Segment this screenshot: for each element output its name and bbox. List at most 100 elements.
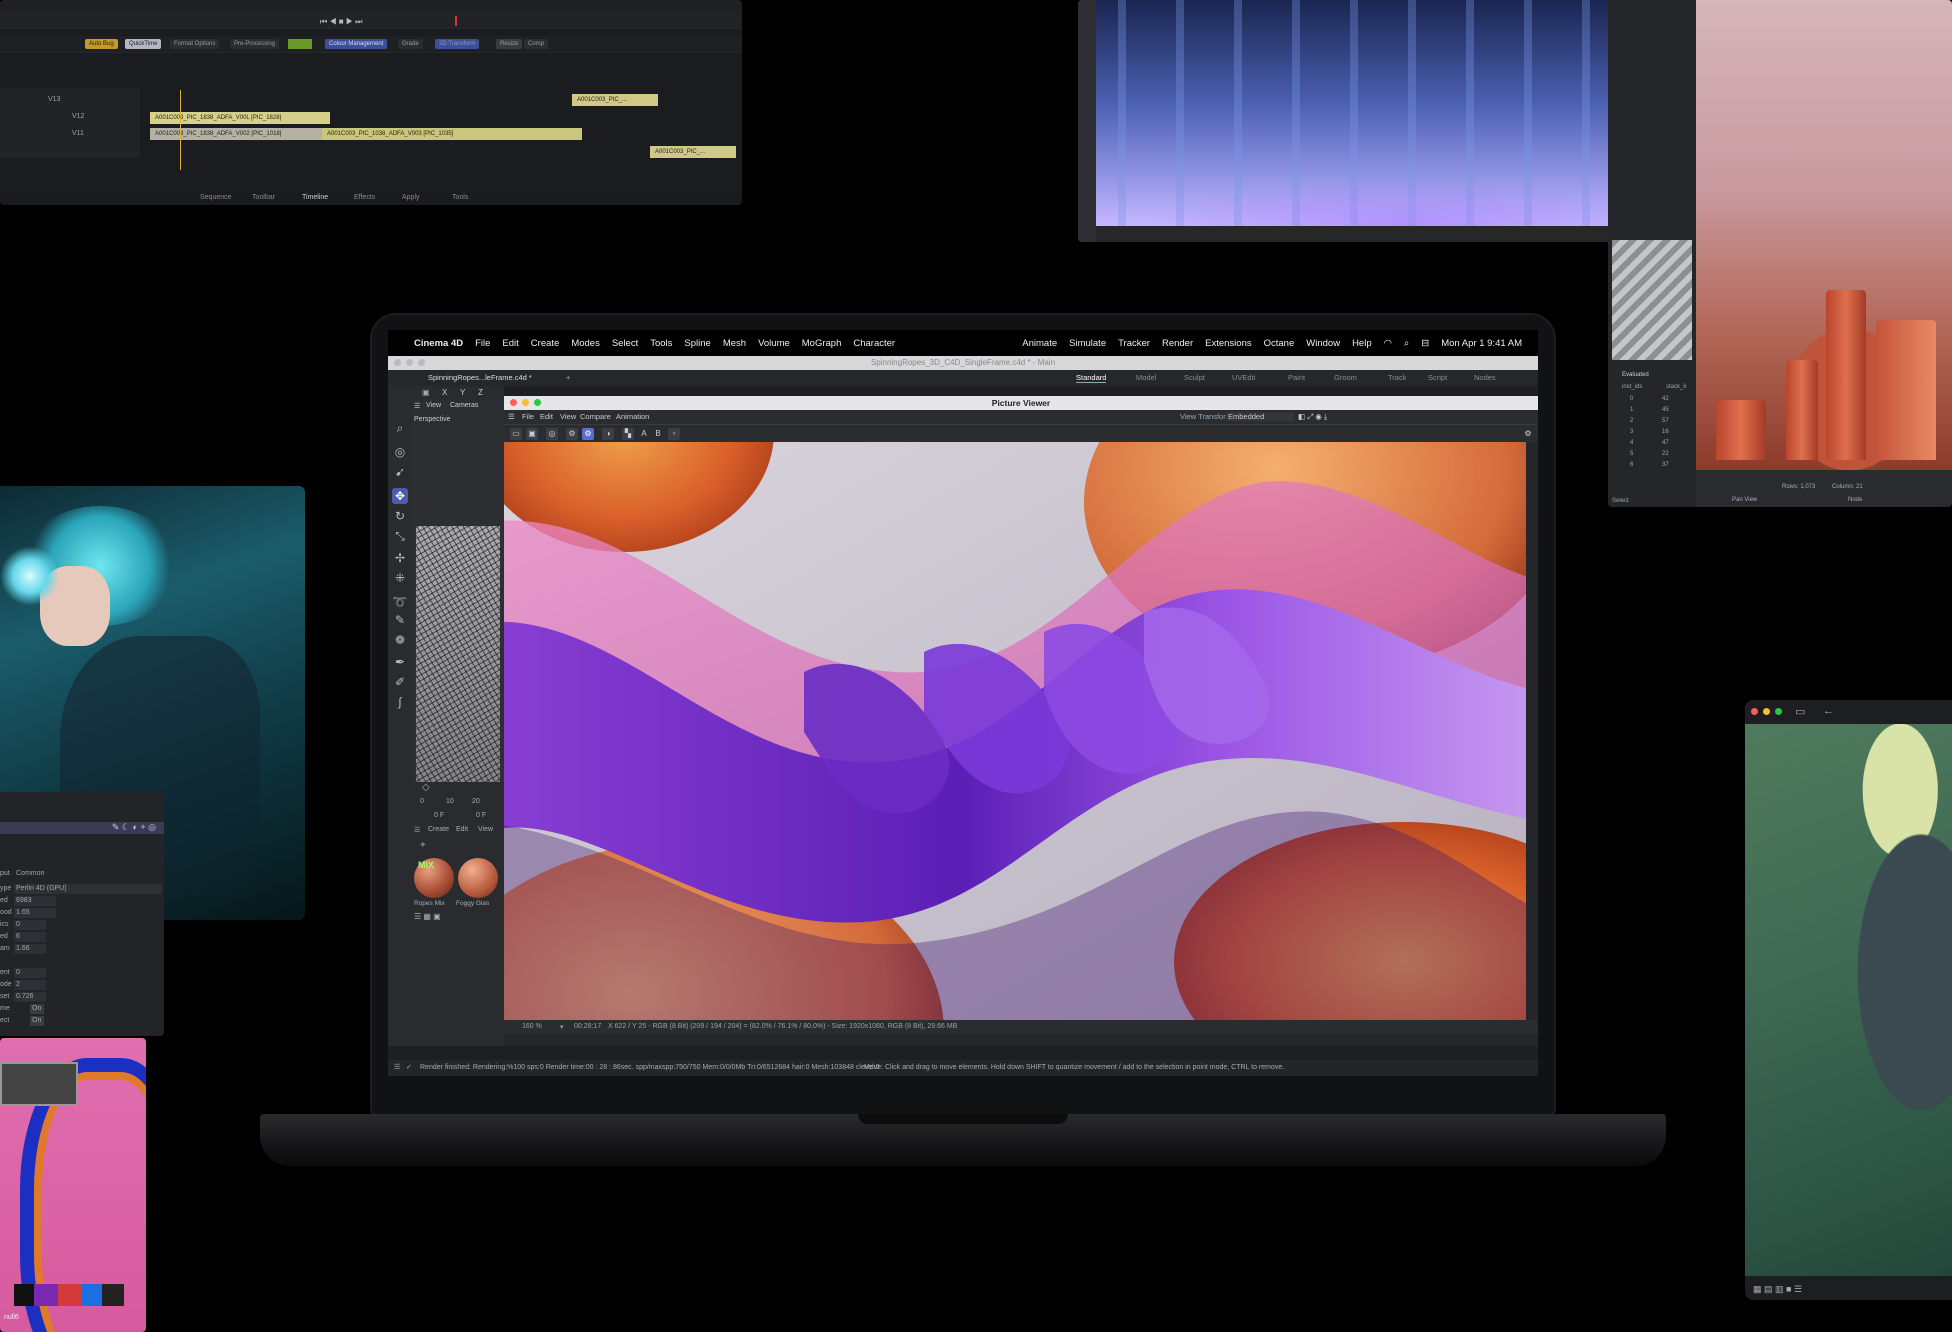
tab-nodes[interactable]: Nodes — [1474, 373, 1496, 382]
menu-help[interactable]: Help — [1352, 338, 1372, 349]
2d-transform-button[interactable]: 2D Transform — [435, 39, 480, 49]
material-view-menu[interactable]: View — [478, 826, 493, 833]
view-mode-icons[interactable]: ▦ ▤ ▥ ■ ☰ — [1753, 1284, 1802, 1295]
rendered-image[interactable] — [504, 442, 1526, 1020]
timeline-clip[interactable]: A001C003_PIC_... — [650, 146, 736, 158]
tab-toolbar[interactable]: Toolbar — [252, 194, 275, 201]
sidebar-toggle-icon[interactable]: ▭ — [1795, 705, 1805, 718]
ab-compare-icon[interactable]: ▚ — [622, 428, 634, 440]
menu-edit[interactable]: Edit — [502, 338, 518, 349]
menu-file[interactable]: File — [475, 338, 490, 349]
spotlight-search-icon[interactable]: ⌕ — [1404, 338, 1409, 349]
window-controls[interactable] — [1751, 708, 1782, 715]
menu-tracker[interactable]: Tracker — [1118, 338, 1150, 349]
menu-spline[interactable]: Spline — [684, 338, 710, 349]
resize-button[interactable]: Resize — [496, 39, 523, 49]
tab-effects[interactable]: Effects — [354, 194, 375, 201]
prop-value[interactable]: 6983 — [14, 896, 56, 906]
pv-options-icon[interactable]: ⚙ — [1522, 428, 1534, 440]
comp-button[interactable]: Comp — [524, 39, 549, 49]
pan-view-tool[interactable]: Pan View — [1732, 497, 1757, 503]
menu-icon[interactable]: ☰ — [394, 1060, 400, 1076]
document-tab[interactable]: SpinningRopes...leFrame.c4d * — [428, 373, 532, 382]
select-tool[interactable]: Select — [1612, 498, 1629, 504]
contrast-icon[interactable]: ◑ — [602, 428, 614, 440]
timeline-clip[interactable]: A001C003_PIC_1838_ADFA_V002 [PIC_1018] — [150, 128, 330, 140]
menu-simulate[interactable]: Simulate — [1069, 338, 1106, 349]
menu-volume[interactable]: Volume — [758, 338, 790, 349]
lasso-tool-icon[interactable]: ➰ — [392, 594, 408, 610]
open-folder-icon[interactable]: ▭ — [510, 428, 522, 440]
prop-value[interactable]: 1.66 — [14, 944, 46, 954]
pv-menu-compare[interactable]: Compare — [580, 412, 611, 421]
tab-track[interactable]: Track — [1388, 373, 1406, 382]
paint-tool-icon[interactable]: ❁ — [392, 632, 408, 648]
tab-input[interactable]: put — [0, 870, 10, 877]
menu-animate[interactable]: Animate — [1022, 338, 1057, 349]
tab-standard[interactable]: Standard — [1076, 373, 1107, 383]
timeline-clip[interactable]: A001C003_PIC_... — [572, 94, 658, 106]
current-frame-field[interactable]: 0 F — [434, 812, 444, 819]
menu-clock[interactable]: Mon Apr 1 9:41 AM — [1441, 338, 1522, 349]
back-arrow-icon[interactable]: ← — [1823, 705, 1834, 717]
window-controls[interactable] — [394, 359, 425, 366]
prop-value[interactable]: 0.726 — [14, 992, 46, 1002]
menu-create[interactable]: Create — [531, 338, 560, 349]
menu-icon[interactable]: ☰ — [414, 402, 420, 410]
zoom-field[interactable]: 160 % — [522, 1023, 562, 1030]
view-transform-select[interactable]: Embedded — [1226, 412, 1294, 421]
prop-value[interactable]: 1.65 — [14, 908, 56, 918]
select-arrow-icon[interactable]: ➹ — [392, 464, 408, 480]
prop-value[interactable]: 2 — [14, 980, 46, 990]
axis-tool-icon[interactable]: ⁜ — [392, 570, 408, 586]
props-tools-icons[interactable]: ✎ ☾ ◐ + ◎ — [112, 822, 156, 833]
transport-controls-icon[interactable]: ⏮ ◀ ■ ▶ ⏭ — [320, 17, 362, 27]
prop-value[interactable]: 0 — [14, 968, 46, 978]
colour-management-button[interactable]: Colour Management — [325, 39, 388, 49]
window-controls[interactable] — [510, 399, 541, 406]
pv-menu-edit[interactable]: Edit — [540, 412, 553, 421]
add-material-icon[interactable]: + — [420, 840, 426, 851]
menu-octane[interactable]: Octane — [1264, 338, 1295, 349]
tab-timeline[interactable]: Timeline — [302, 194, 328, 201]
timeline-clip[interactable]: A001C003_PIC_1838_ADFA_V00L [PIC_1828] — [150, 112, 330, 124]
compare-a-button[interactable]: A — [638, 428, 650, 440]
magnet-tool-icon[interactable]: ∫ — [392, 694, 408, 710]
menu-app-name[interactable]: Cinema 4D — [414, 338, 463, 349]
node-tool[interactable]: Node — [1848, 497, 1862, 503]
pen-tool-icon[interactable]: ✒ — [392, 654, 408, 670]
menu-icon[interactable]: ☰ — [414, 826, 420, 834]
menu-select[interactable]: Select — [612, 338, 638, 349]
prop-value[interactable]: Perlin 4D (GPU) — [14, 884, 162, 894]
timeline-clip[interactable]: A001C003_PIC_1038_ADFA_V003 [PIC_1035] — [322, 128, 582, 140]
tab-tools[interactable]: Tools — [452, 194, 468, 201]
live-selection-icon[interactable]: ◎ — [392, 444, 408, 460]
tab-script[interactable]: Script — [1428, 373, 1447, 382]
brush-select-icon[interactable]: ✎ — [392, 612, 408, 628]
menu-mograph[interactable]: MoGraph — [802, 338, 842, 349]
wifi-icon[interactable]: ◠ — [1384, 338, 1392, 349]
settings-icon[interactable]: ⚙ — [566, 428, 578, 440]
pv-menu-file[interactable]: File — [522, 412, 534, 421]
menu-tools[interactable]: Tools — [650, 338, 672, 349]
quicktime-button[interactable]: QuickTime — [125, 39, 162, 49]
material-edit-menu[interactable]: Edit — [456, 826, 468, 833]
prop-toggle[interactable]: On — [30, 1004, 44, 1014]
axis-y-toggle[interactable]: Y — [460, 388, 465, 397]
zoom-dropdown-icon[interactable]: ▾ — [560, 1023, 564, 1031]
menu-extensions[interactable]: Extensions — [1205, 338, 1251, 349]
timeline-playhead[interactable] — [180, 90, 181, 170]
frame-icon[interactable]: ▣ — [422, 388, 430, 397]
prop-toggle[interactable]: On — [30, 1016, 44, 1026]
tab-sculpt[interactable]: Sculpt — [1184, 373, 1205, 382]
menu-modes[interactable]: Modes — [571, 338, 600, 349]
tab-groom[interactable]: Groom — [1334, 373, 1357, 382]
axis-x-toggle[interactable]: X — [442, 388, 447, 397]
menu-window[interactable]: Window — [1306, 338, 1340, 349]
tab-paint[interactable]: Paint — [1288, 373, 1305, 382]
pv-menu-animation[interactable]: Animation — [616, 412, 649, 421]
pv-window-icons[interactable]: ◧ ⤢ ◉ ⤓ — [1298, 412, 1327, 422]
format-options-button[interactable]: Format Options — [170, 39, 220, 49]
search-icon[interactable]: ⌕ — [392, 420, 408, 436]
wireframe-mesh[interactable] — [416, 526, 500, 826]
